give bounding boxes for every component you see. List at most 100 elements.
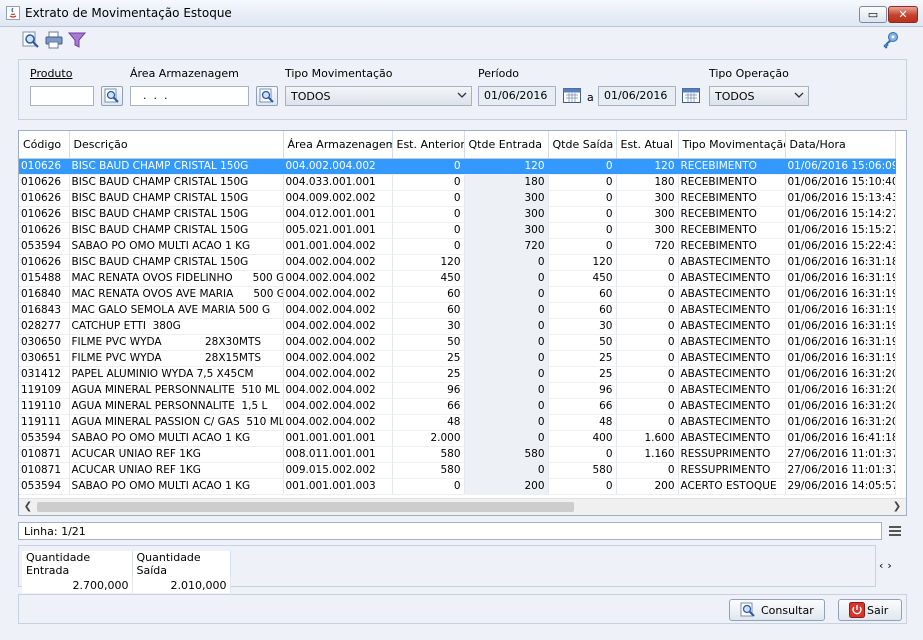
movements-grid[interactable]: Código Descrição Área Armazenagem Est. Ante… (18, 130, 907, 516)
table-row[interactable]: 031412 PAPEL ALUMINIO WYDA 7,5 X45CM 004.0… (19, 366, 896, 383)
table-row[interactable]: 119111 AGUA MINERAL PASSION C/ GAS 510 ML… (19, 414, 896, 431)
table-row[interactable]: 010626 BISC BAUD CHAMP CRISTAL 150G 004.00… (19, 158, 896, 175)
produto-input[interactable] (30, 86, 94, 106)
table-row[interactable]: 016840 MAC RENATA OVOS AVE MARIA 500 G 004… (19, 286, 896, 303)
print-icon[interactable] (45, 31, 63, 49)
table-cell: 720 (616, 238, 679, 255)
table-cell: 0 (464, 302, 549, 319)
column-header[interactable]: Qtde Entrada (464, 131, 549, 159)
table-cell: 0 (392, 478, 465, 495)
table-row[interactable]: 010626 BISC BAUD CHAMP CRISTAL 150G 005.02… (19, 222, 896, 239)
table-cell: MAC GALO SEMOLA AVE MARIA 500 G (69, 302, 284, 319)
table-cell: 01/06/2016 16:31:18 (785, 254, 896, 271)
table-cell: 004.002.004.002 (283, 270, 393, 287)
table-cell: 0 (548, 190, 617, 207)
horizontal-scrollbar[interactable]: ❮ ❯ (19, 498, 906, 515)
table-row[interactable]: 010626 BISC BAUD CHAMP CRISTAL 150G 004.03… (19, 174, 896, 191)
table-cell: 119110 (19, 398, 70, 415)
table-cell: RECEBIMENTO (678, 222, 786, 239)
table-row[interactable]: 053594 SABAO PO OMO MULTI ACAO 1 KG 001.00… (19, 478, 896, 495)
area-lookup-button[interactable] (256, 86, 278, 106)
periodo-to-calendar-button[interactable] (681, 86, 703, 106)
close-button[interactable]: ✕ (888, 6, 918, 23)
table-cell: RECEBIMENTO (678, 238, 786, 255)
area-input[interactable]: . . . (130, 86, 249, 106)
menu-icon[interactable] (888, 524, 902, 538)
column-header[interactable]: Data/Hora (785, 131, 896, 159)
produto-lookup-button[interactable] (101, 86, 123, 106)
table-row[interactable]: 015488 MAC RENATA OVOS FIDELINHO 500 G 004… (19, 270, 896, 287)
tipo-movimentacao-select[interactable]: TODOS (285, 86, 472, 106)
table-row[interactable]: 119109 AGUA MINERAL PERSONNALITE 510 ML 00… (19, 382, 896, 399)
periodo-from-calendar-button[interactable] (562, 86, 584, 106)
filter-icon[interactable] (68, 31, 86, 49)
table-cell: AGUA MINERAL PERSONNALITE 1,5 L (69, 398, 284, 415)
table-row[interactable]: 010626 BISC BAUD CHAMP CRISTAL 150G 004.00… (19, 190, 896, 207)
table-cell: 010626 (19, 222, 70, 239)
table-row[interactable]: 010871 ACUCAR UNIAO REF 1KG 008.011.001.00… (19, 446, 896, 463)
consultar-button[interactable]: Consultar (729, 599, 825, 621)
chevron-right-icon[interactable]: › (887, 559, 895, 572)
table-row[interactable]: 119110 AGUA MINERAL PERSONNALITE 1,5 L 004… (19, 398, 896, 415)
periodo-to-input[interactable]: 01/06/2016 (598, 86, 676, 106)
table-cell: 031412 (19, 366, 70, 383)
table-cell: 48 (392, 414, 465, 431)
table-cell: 0 (548, 174, 617, 191)
key-icon[interactable] (882, 31, 900, 49)
column-header[interactable]: Tipo Movimentação (678, 131, 786, 159)
table-cell: 300 (616, 222, 679, 239)
table-row[interactable]: 010626 BISC BAUD CHAMP CRISTAL 150G 004.00… (19, 254, 896, 271)
tipo-operacao-select[interactable]: TODOS (709, 86, 809, 106)
table-row[interactable]: 028277 CATCHUP ETTI 380G 004.002.004.002 30… (19, 318, 896, 335)
table-cell: 004.002.004.002 (283, 286, 393, 303)
table-row[interactable]: 010626 BISC BAUD CHAMP CRISTAL 150G 004.01… (19, 206, 896, 223)
table-cell: 200 (464, 478, 549, 495)
column-header[interactable]: Descrição (69, 131, 284, 159)
title-bar: Extrato de Movimentação Estoque ▭ ✕ (0, 0, 923, 27)
table-cell: 001.001.001.003 (283, 478, 393, 495)
table-cell: ACUCAR UNIAO REF 1KG (69, 446, 284, 463)
table-cell: 004.002.004.002 (283, 350, 393, 367)
table-cell: 053594 (19, 238, 70, 255)
totals-nav[interactable]: ‹› (879, 559, 896, 572)
table-cell: 030650 (19, 334, 70, 351)
scrollbar-thumb[interactable] (37, 502, 574, 512)
table-cell: 0 (616, 350, 679, 367)
column-header[interactable]: Est. Atual (616, 131, 679, 159)
table-cell: SABAO PO OMO MULTI ACAO 1 KG (69, 238, 284, 255)
column-header[interactable]: Código (19, 131, 70, 159)
scroll-right-icon[interactable]: ❯ (890, 500, 904, 514)
table-cell: 180 (464, 174, 549, 191)
table-cell: 0 (392, 206, 465, 223)
table-row[interactable]: 053594 SABAO PO OMO MULTI ACAO 1 KG 001.00… (19, 238, 896, 255)
table-body: 010626 BISC BAUD CHAMP CRISTAL 150G 004.00… (19, 158, 896, 495)
table-cell: 50 (548, 334, 617, 351)
table-cell: 0 (464, 270, 549, 287)
periodo-from-input[interactable]: 01/06/2016 (478, 86, 556, 106)
table-row[interactable]: 016843 MAC GALO SEMOLA AVE MARIA 500 G 004… (19, 302, 896, 319)
table-cell: 005.021.001.001 (283, 222, 393, 239)
table-cell: FILME PVC WYDA 28X15MTS (69, 350, 284, 367)
column-header[interactable]: Qtde Saída (548, 131, 617, 159)
table-cell: 580 (464, 446, 549, 463)
column-header[interactable]: Área Armazenagem (283, 131, 393, 159)
table-cell: 30 (392, 318, 465, 335)
table-cell: 010871 (19, 446, 70, 463)
table-cell: 0 (464, 318, 549, 335)
table-row[interactable]: 030651 FILME PVC WYDA 28X15MTS 004.002.004… (19, 350, 896, 367)
table-cell: 01/06/2016 16:31:20 (785, 382, 896, 399)
table-row[interactable]: 053594 SABAO PO OMO MULTI ACAO 1 KG 001.00… (19, 430, 896, 447)
table-cell: 0 (548, 206, 617, 223)
sair-button[interactable]: Sair (838, 599, 902, 621)
table-cell: 030651 (19, 350, 70, 367)
column-header[interactable]: Est. Anterior (392, 131, 465, 159)
table-row[interactable]: 030650 FILME PVC WYDA 28X30MTS 004.002.004… (19, 334, 896, 351)
lookup-icon (104, 88, 119, 103)
scroll-left-icon[interactable]: ❮ (21, 500, 35, 514)
search-icon[interactable] (22, 31, 40, 49)
table-cell: 580 (392, 462, 465, 479)
table-row[interactable]: 010871 ACUCAR UNIAO REF 1KG 009.015.002.00… (19, 462, 896, 479)
restore-button[interactable]: ▭ (859, 6, 887, 23)
table-cell: ABASTECIMENTO (678, 334, 786, 351)
quantidade-saida-header: Quantidade Saída (132, 551, 231, 577)
